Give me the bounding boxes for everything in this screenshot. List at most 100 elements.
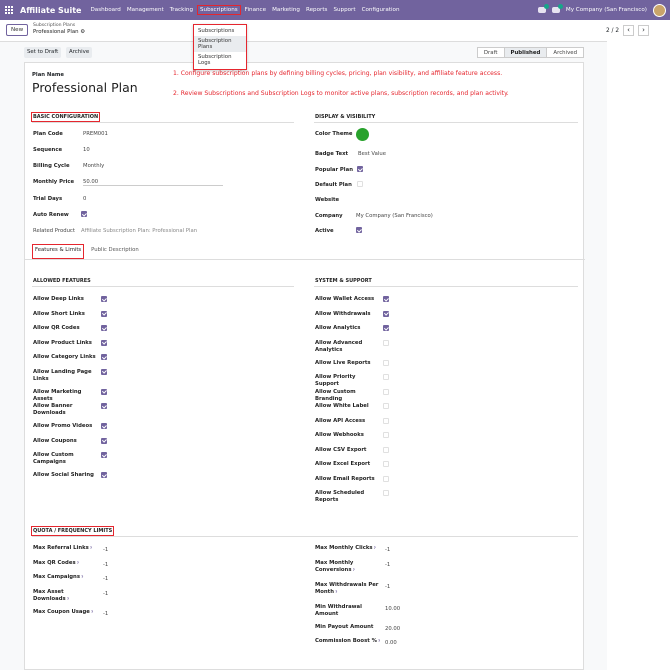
- tab-public-description[interactable]: Public Description: [88, 244, 142, 259]
- allow-scheduled-reports-checkbox[interactable]: [383, 490, 389, 496]
- allow-live-reports-checkbox[interactable]: [383, 359, 389, 366]
- trial-days-field[interactable]: 0: [83, 196, 86, 202]
- company-field[interactable]: My Company (San Francisco): [356, 213, 433, 219]
- chat-icon[interactable]: [537, 4, 549, 13]
- allow-priority-support-label: Allow Priority Support: [315, 374, 356, 387]
- app-title[interactable]: Affiliate Suite: [20, 6, 81, 15]
- dropdown-item-subscriptions[interactable]: Subscriptions: [194, 26, 246, 36]
- color-theme-swatch[interactable]: [356, 128, 369, 141]
- stage-archived[interactable]: Archived: [546, 47, 584, 58]
- help-tooltip-icon[interactable]: ?: [352, 568, 355, 572]
- allow-banner-downloads-checkbox[interactable]: [101, 403, 107, 409]
- allow-category-links-checkbox[interactable]: [101, 354, 107, 360]
- active-label: Active: [315, 228, 334, 234]
- set-to-draft-button[interactable]: Set to Draft: [24, 47, 62, 58]
- new-button[interactable]: New: [6, 24, 29, 36]
- active-checkbox[interactable]: [356, 227, 362, 233]
- activity-clock-icon[interactable]: [551, 4, 563, 13]
- billing-cycle-select[interactable]: Monthly: [83, 163, 104, 169]
- pager-prev-icon[interactable]: ‹: [623, 25, 635, 36]
- menu-subscriptions[interactable]: Subscriptions: [197, 5, 241, 15]
- menu-configuration[interactable]: Configuration: [362, 7, 400, 13]
- help-tooltip-icon[interactable]: ?: [80, 575, 83, 579]
- stage-published[interactable]: Published: [503, 47, 548, 58]
- allow-custom-campaigns-checkbox[interactable]: [101, 452, 107, 458]
- tab-features-limits[interactable]: Features & Limits: [32, 244, 85, 259]
- archive-button[interactable]: Archive: [66, 47, 93, 58]
- dropdown-item-subscription-plans[interactable]: Subscription Plans: [194, 36, 246, 52]
- sequence-field[interactable]: 10: [83, 147, 90, 153]
- dropdown-item-subscription-logs[interactable]: Subscription Logs: [194, 52, 246, 68]
- max-monthly-conversions-field[interactable]: -1: [385, 562, 390, 568]
- commission-boost-field[interactable]: 0.00: [385, 640, 397, 646]
- allow-api-access-checkbox[interactable]: [383, 417, 389, 424]
- menu-marketing[interactable]: Marketing: [272, 7, 300, 13]
- menu-management[interactable]: Management: [127, 7, 164, 13]
- divider: [314, 122, 578, 123]
- commission-boost-label-text: Commission Boost %: [315, 638, 377, 644]
- badge-text-field[interactable]: Best Value: [358, 151, 386, 157]
- allow-analytics-checkbox[interactable]: [383, 325, 389, 331]
- pager-value: 2 / 2: [606, 27, 620, 34]
- allow-white-label-label: Allow White Label: [315, 403, 369, 409]
- max-qr-codes-field[interactable]: -1: [103, 562, 108, 568]
- allow-csv-export-checkbox[interactable]: [383, 446, 389, 453]
- default-plan-checkbox[interactable]: [357, 181, 363, 187]
- monthly-price-field[interactable]: 50.00: [83, 179, 223, 186]
- stage-draft[interactable]: Draft: [476, 47, 505, 58]
- min-withdrawal-amount-field[interactable]: 10.00: [385, 606, 400, 612]
- help-tooltip-icon[interactable]: ?: [90, 610, 93, 614]
- min-payout-amount-field[interactable]: 20.00: [385, 626, 400, 632]
- menu-dashboard[interactable]: Dashboard: [90, 7, 120, 13]
- max-coupon-usage-field[interactable]: -1: [103, 611, 108, 617]
- allow-custom-branding-checkbox[interactable]: [383, 388, 389, 395]
- help-tooltip-icon[interactable]: ?: [66, 597, 69, 601]
- max-referral-links-field[interactable]: -1: [103, 547, 108, 553]
- allow-white-label-checkbox[interactable]: [383, 403, 389, 409]
- allow-advanced-analytics-checkbox[interactable]: [383, 339, 389, 346]
- apps-grid-icon[interactable]: [5, 5, 14, 15]
- max-withdrawals-per-month-field[interactable]: -1: [385, 584, 390, 590]
- allow-short-links-checkbox[interactable]: [101, 310, 107, 317]
- allow-social-sharing-checkbox[interactable]: [101, 472, 107, 478]
- allow-coupons-checkbox[interactable]: [101, 437, 107, 444]
- allow-product-links-checkbox[interactable]: [101, 339, 107, 346]
- allow-qr-codes-checkbox[interactable]: [101, 325, 107, 331]
- help-tooltip-icon[interactable]: ?: [373, 546, 376, 550]
- auto-renew-checkbox[interactable]: [81, 211, 87, 217]
- allow-email-reports-checkbox[interactable]: [383, 475, 389, 482]
- allow-priority-support-checkbox[interactable]: [383, 374, 389, 380]
- menu-reports[interactable]: Reports: [306, 7, 327, 13]
- popular-plan-checkbox[interactable]: [357, 166, 363, 172]
- allow-landing-page-links-checkbox[interactable]: [101, 368, 107, 375]
- allow-withdrawals-checkbox[interactable]: [383, 310, 389, 317]
- allow-marketing-assets-checkbox[interactable]: [101, 388, 107, 395]
- allow-banner-downloads-label: Allow Banner Downloads: [33, 403, 73, 416]
- allow-deep-links-checkbox[interactable]: [101, 296, 107, 302]
- max-monthly-clicks-field[interactable]: -1: [385, 547, 390, 553]
- allow-wallet-access-checkbox[interactable]: [383, 296, 389, 302]
- allow-scheduled-reports-label: Allow Scheduled Reports: [315, 490, 365, 503]
- max-campaigns-field[interactable]: -1: [103, 576, 108, 582]
- company-switcher[interactable]: My Company (San Francisco): [566, 7, 647, 13]
- pager-next-icon[interactable]: ›: [638, 25, 650, 36]
- plan-code-field[interactable]: PREM001: [83, 131, 108, 137]
- help-tooltip-icon[interactable]: ?: [89, 546, 92, 550]
- menu-finance[interactable]: Finance: [245, 7, 266, 13]
- allow-webhooks-checkbox[interactable]: [383, 432, 389, 438]
- max-asset-downloads-field[interactable]: -1: [103, 591, 108, 597]
- menu-support[interactable]: Support: [333, 7, 355, 13]
- allow-api-access-label: Allow API Access: [315, 417, 366, 424]
- gear-icon[interactable]: ⚙: [80, 29, 85, 35]
- allow-category-links-label: Allow Category Links: [33, 354, 96, 360]
- help-tooltip-icon[interactable]: ?: [334, 590, 337, 594]
- allow-excel-export-checkbox[interactable]: [383, 461, 389, 467]
- related-product-field[interactable]: Affiliate Subscription Plan: Professiona…: [81, 228, 197, 234]
- plan-name-field[interactable]: Professional Plan: [32, 80, 138, 95]
- help-tooltip-icon[interactable]: ?: [76, 561, 79, 565]
- allow-promo-videos-checkbox[interactable]: [101, 423, 107, 429]
- help-tooltip-icon[interactable]: ?: [377, 639, 380, 643]
- section-system-support: System & Support: [315, 278, 372, 284]
- menu-tracking[interactable]: Tracking: [170, 7, 193, 13]
- user-avatar[interactable]: [653, 3, 666, 17]
